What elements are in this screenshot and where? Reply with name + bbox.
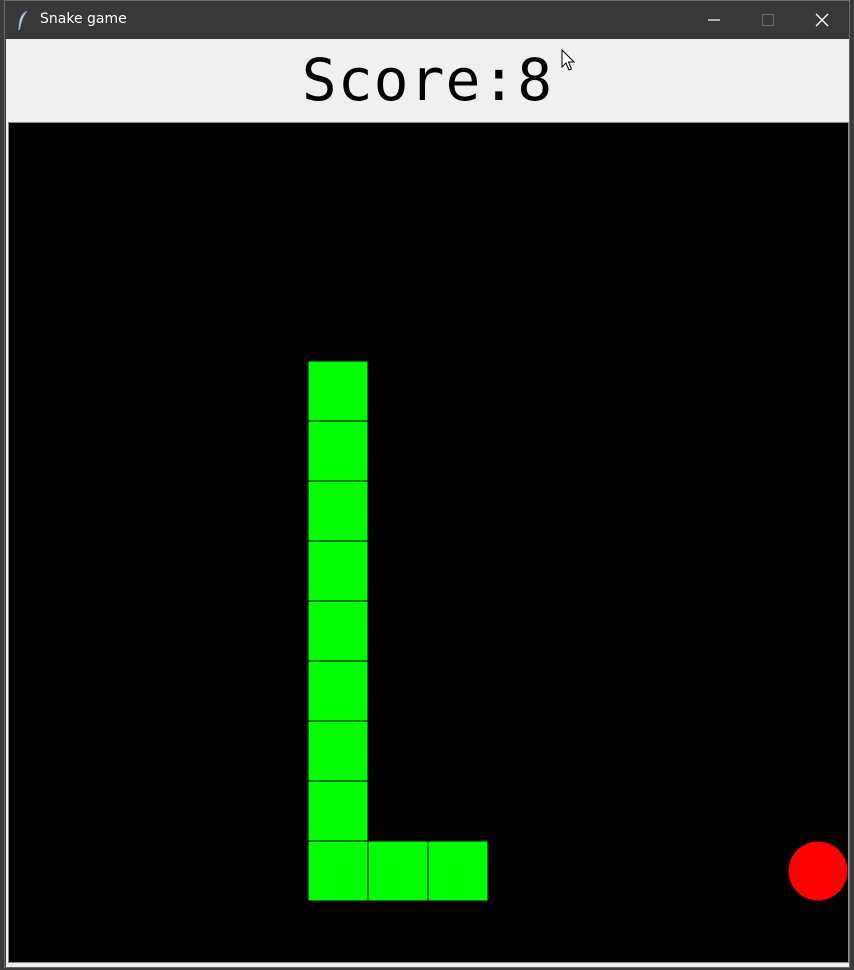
food-apple — [788, 841, 848, 901]
title-bar[interactable]: Snake game — [5, 1, 849, 39]
snake-segment — [307, 420, 369, 482]
game-board[interactable] — [8, 122, 849, 963]
board-canvas — [307, 360, 848, 902]
minimize-button[interactable] — [687, 1, 741, 39]
snake-segment — [307, 840, 369, 902]
maximize-button[interactable] — [741, 1, 795, 39]
close-icon — [815, 13, 829, 27]
snake-segment — [307, 540, 369, 602]
game-window: Snake game Score:8 — [4, 0, 850, 968]
minimize-icon — [708, 19, 720, 21]
window-client-area: Score:8 — [6, 39, 849, 967]
maximize-icon — [762, 14, 774, 26]
feather-icon — [15, 10, 31, 31]
snake-segment — [307, 480, 369, 542]
snake-segment — [307, 600, 369, 662]
snake-head — [307, 360, 369, 422]
snake-segment — [307, 720, 369, 782]
snake-segment — [307, 660, 369, 722]
close-button[interactable] — [795, 1, 849, 39]
mouse-cursor-icon — [561, 49, 576, 71]
score-bar: Score:8 — [6, 39, 849, 122]
snake-segment — [427, 840, 489, 902]
snake-segment — [307, 780, 369, 842]
snake-segment — [367, 840, 429, 902]
window-title: Snake game — [40, 11, 127, 27]
score-label: Score:8 — [301, 46, 554, 114]
